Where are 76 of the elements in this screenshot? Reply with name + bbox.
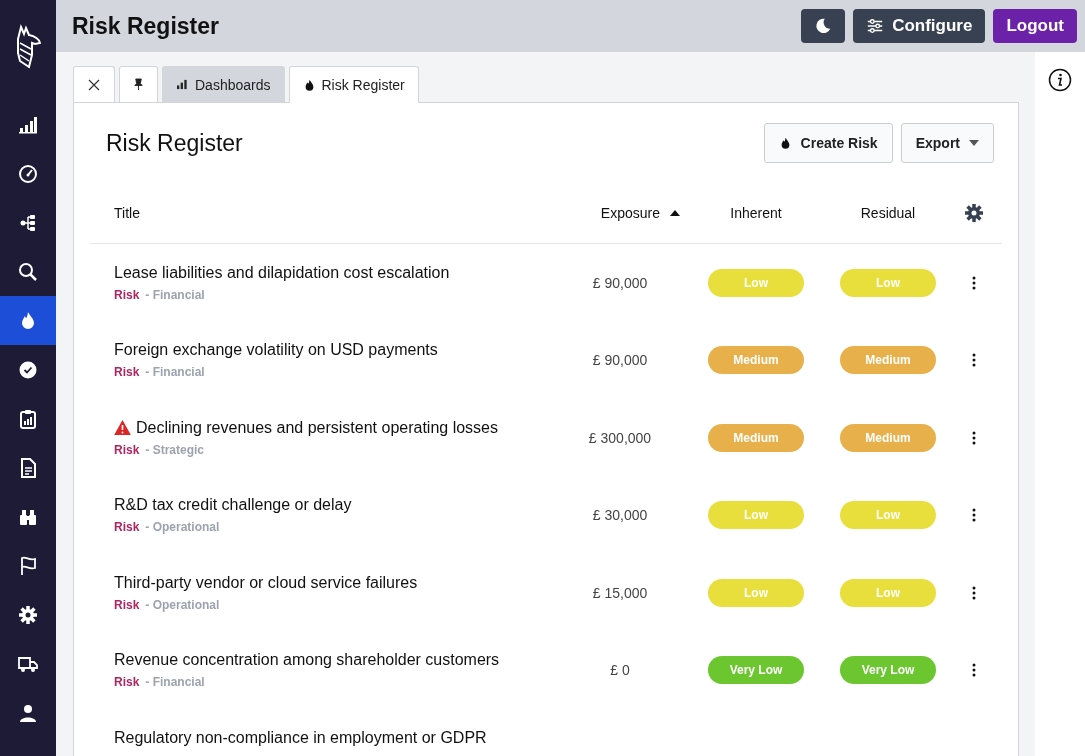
inherent-rating: Low <box>708 268 804 297</box>
risk-title[interactable]: Declining revenues and persistent operating losses <box>136 418 498 437</box>
risk-type: Risk <box>114 675 140 690</box>
inherent-rating: Low <box>708 501 804 530</box>
risk-title[interactable]: Lease liabilities and dilapidation cost escalation <box>114 263 450 282</box>
tab[interactable]: Dashboards <box>162 66 285 102</box>
create-risk-button[interactable]: Create Risk <box>763 123 893 163</box>
risk-title[interactable]: R&D tax credit challenge or delay <box>114 496 352 515</box>
gauge-icon <box>18 163 38 184</box>
tab[interactable]: Risk Register <box>288 66 419 103</box>
badge-icon <box>18 359 38 380</box>
inherent-rating: Medium <box>708 346 804 375</box>
more-options-icon[interactable] <box>972 275 976 290</box>
risk-category: - Financial <box>145 287 205 302</box>
card-title: Risk Register <box>106 129 243 157</box>
close-icon <box>88 78 100 91</box>
more-options-icon[interactable] <box>972 663 976 678</box>
moon-icon <box>814 17 833 35</box>
risk-type: Risk <box>114 365 140 380</box>
risk-category: - Financial <box>145 675 205 690</box>
settings-icon[interactable] <box>964 203 984 223</box>
dark-mode-button[interactable] <box>801 9 846 43</box>
user-icon <box>18 702 38 723</box>
export-button[interactable]: Export <box>900 123 994 163</box>
bar-chart-icon <box>176 79 189 90</box>
risk-title[interactable]: Foreign exchange volatility on USD payments <box>114 341 438 360</box>
risk-type: Risk <box>114 597 140 612</box>
exposure-value: £ 30,000 <box>592 507 648 524</box>
column-header[interactable]: Exposure <box>550 205 690 221</box>
risk-type: Risk <box>114 442 140 457</box>
more-options-icon[interactable] <box>972 430 976 445</box>
risk-category: - Financial <box>145 365 205 380</box>
risk-category: - Strategic <box>145 442 205 457</box>
caret-icon <box>969 140 979 146</box>
page-title: Risk Register <box>72 12 219 40</box>
column-header[interactable]: Residual <box>822 205 954 221</box>
risk-title[interactable]: Third-party vendor or cloud service failures <box>114 573 418 592</box>
exposure-value: £ 0 <box>610 662 630 679</box>
column-header[interactable]: Inherent <box>690 205 822 221</box>
inherent-rating: Very Low <box>708 656 804 685</box>
residual-rating: Very Low <box>840 656 936 685</box>
flame-nav-item[interactable] <box>0 296 56 345</box>
exposure-value: £ 90,000 <box>592 352 648 369</box>
info-icon[interactable] <box>1048 68 1072 92</box>
residual-rating: Medium <box>840 346 936 375</box>
more-options-icon[interactable] <box>972 585 976 600</box>
residual-rating: Low <box>840 501 936 530</box>
inherent-rating: Medium <box>708 423 804 452</box>
exposure-value: £ 300,000 <box>588 429 652 446</box>
residual-rating: Medium <box>840 423 936 452</box>
pin-icon <box>133 78 144 91</box>
risk-title[interactable]: Revenue concentration among shareholder customers <box>114 651 500 670</box>
risk-type: Risk <box>114 520 140 535</box>
exposure-value: £ 90,000 <box>592 274 648 291</box>
more-options-icon[interactable] <box>972 508 976 523</box>
document-icon <box>18 457 38 478</box>
chart-icon <box>18 114 38 135</box>
sliders-icon <box>866 17 885 35</box>
clipboard-icon <box>18 408 38 429</box>
gear-icon <box>18 604 38 625</box>
exposure-value: £ 15,000 <box>592 584 648 601</box>
column-header[interactable]: Title <box>90 205 550 221</box>
risk-title[interactable]: Regulatory non-compliance in employment or GDPR <box>114 728 487 747</box>
risk-type: Risk <box>114 287 140 302</box>
pin-tab[interactable] <box>119 66 158 102</box>
search-icon <box>18 261 38 282</box>
risk-category: - Operational <box>145 597 220 612</box>
flag-icon <box>18 555 38 576</box>
residual-rating: Low <box>840 578 936 607</box>
more-options-icon[interactable] <box>972 353 976 368</box>
inherent-rating: Low <box>708 578 804 607</box>
logout-button[interactable]: Logout <box>993 9 1077 43</box>
tree-icon <box>18 212 38 233</box>
risk-category: - Operational <box>145 520 220 535</box>
configure-button[interactable]: Configure <box>853 9 986 43</box>
residual-rating: Low <box>840 268 936 297</box>
